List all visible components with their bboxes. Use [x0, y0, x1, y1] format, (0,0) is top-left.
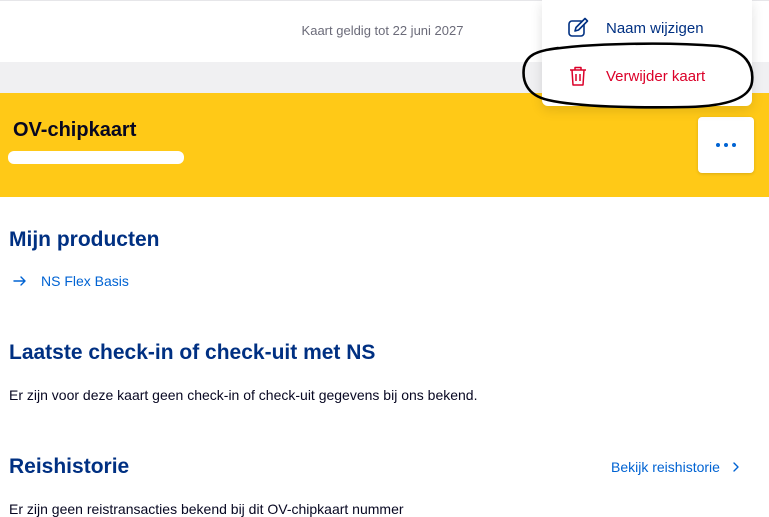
- view-travel-history-label: Bekijk reishistorie: [611, 459, 720, 475]
- last-checkin-text: Er zijn voor deze kaart geen check-in of…: [9, 387, 478, 403]
- travel-history-heading: Reishistorie: [9, 455, 130, 478]
- last-checkin-heading: Laatste check-in of check-uit met NS: [9, 341, 376, 364]
- hand-drawn-annotation-circle: [522, 42, 754, 109]
- redacted-card-number: [8, 151, 184, 164]
- arrow-right-icon: [13, 276, 26, 286]
- product-link-label: NS Flex Basis: [41, 273, 129, 289]
- chevron-right-icon: [733, 462, 739, 472]
- more-options-button[interactable]: [698, 117, 754, 173]
- pencil-edit-icon: [568, 17, 589, 37]
- rename-card-menu-item[interactable]: Naam wijzigen: [566, 15, 704, 41]
- product-link-ns-flex-basis[interactable]: NS Flex Basis: [12, 273, 129, 289]
- products-heading: Mijn producten: [9, 228, 160, 251]
- more-dots-icon: [716, 143, 720, 147]
- card-title: OV-chipkaart: [13, 119, 137, 141]
- rename-card-label: Naam wijzigen: [606, 19, 704, 37]
- view-travel-history-link[interactable]: Bekijk reishistorie: [611, 459, 742, 475]
